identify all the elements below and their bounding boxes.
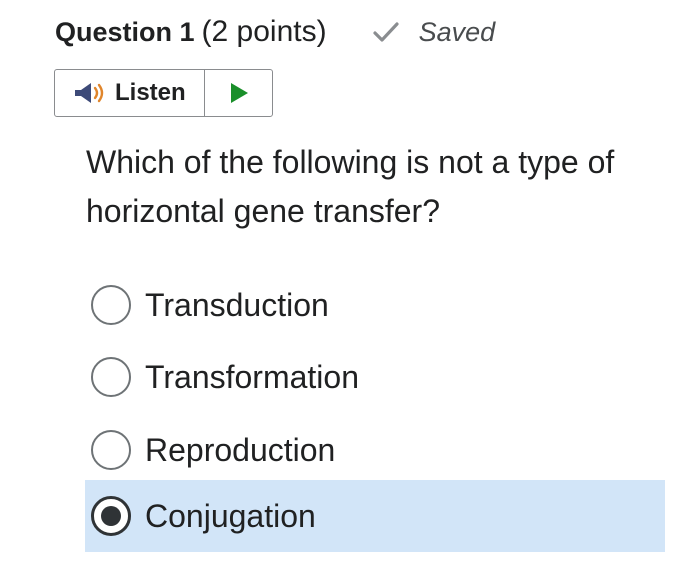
- question-header: Question 1 (2 points) Saved: [55, 10, 495, 54]
- answer-option-transformation[interactable]: Transformation: [85, 341, 665, 413]
- answer-option-label: Transformation: [145, 358, 359, 395]
- check-icon: [372, 22, 399, 42]
- play-icon: [230, 83, 248, 103]
- radio-button[interactable]: [91, 357, 131, 397]
- listen-label: Listen: [115, 79, 186, 106]
- answer-option-reproduction[interactable]: Reproduction: [85, 414, 665, 486]
- speaker-icon: [75, 83, 104, 103]
- answer-option-label: Transduction: [145, 286, 329, 323]
- question-text: Which of the following is not a type of …: [86, 144, 615, 229]
- radio-selected-dot: [101, 506, 121, 526]
- answer-option-transduction[interactable]: Transduction: [85, 269, 665, 341]
- radio-button-selected[interactable]: [91, 496, 131, 536]
- answer-option-conjugation[interactable]: Conjugation: [85, 480, 665, 552]
- play-button[interactable]: [205, 70, 272, 116]
- answer-option-label: Reproduction: [145, 431, 336, 468]
- saved-text: Saved: [418, 16, 496, 47]
- listen-toolbar: Listen: [54, 69, 273, 117]
- saved-status: Saved: [372, 16, 496, 48]
- question-title: Question 1: [55, 16, 195, 47]
- listen-button[interactable]: Listen: [55, 70, 205, 116]
- answer-option-label: Conjugation: [145, 497, 316, 534]
- radio-button[interactable]: [91, 430, 131, 470]
- question-points: (2 points): [201, 15, 327, 48]
- radio-button[interactable]: [91, 285, 131, 325]
